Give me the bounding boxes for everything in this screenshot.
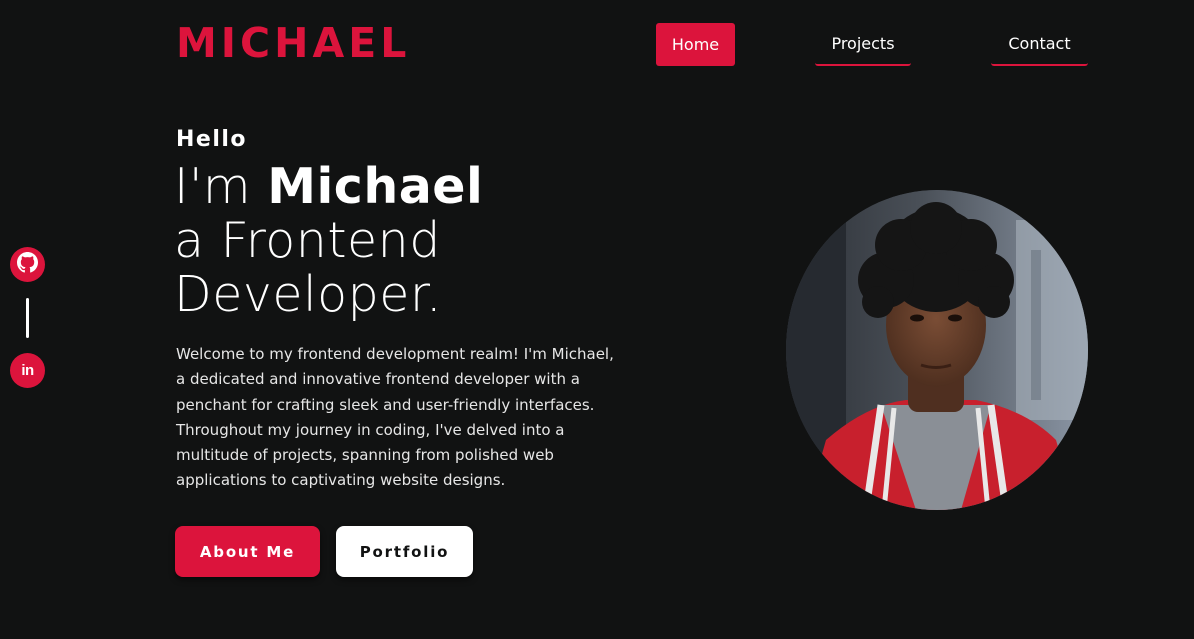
nav-contact-link[interactable]: Contact bbox=[991, 23, 1088, 66]
intro-line: multitude of projects, spanning from pol… bbox=[176, 446, 554, 465]
hero-greeting: Hello bbox=[176, 127, 248, 152]
headline-name: Michael bbox=[267, 158, 484, 215]
headline-line-3: Developer. bbox=[174, 266, 443, 323]
intro-line: penchant for crafting sleek and user-fri… bbox=[176, 395, 595, 414]
linkedin-icon: in bbox=[21, 362, 34, 379]
intro-line: applications to captivating website desi… bbox=[176, 471, 506, 490]
hero-headline: I'm Michael a Frontend Developer. bbox=[174, 160, 483, 322]
nav-home-link[interactable]: Home bbox=[656, 23, 735, 66]
social-divider bbox=[26, 298, 29, 338]
portfolio-button[interactable]: Portfolio bbox=[336, 526, 473, 577]
headline-prefix: I'm bbox=[174, 158, 252, 215]
headline-line-1: I'm Michael bbox=[174, 160, 483, 214]
github-link[interactable] bbox=[10, 247, 45, 282]
about-me-button[interactable]: About Me bbox=[175, 526, 320, 577]
intro-line: Throughout my journey in coding, I've de… bbox=[176, 420, 565, 439]
nav-projects-link[interactable]: Projects bbox=[815, 23, 911, 66]
intro-line: Welcome to my frontend development realm… bbox=[176, 345, 614, 363]
site-logo[interactable]: MICHAEL bbox=[176, 20, 410, 66]
profile-photo bbox=[786, 190, 1088, 510]
intro-line: a dedicated and innovative frontend deve… bbox=[176, 370, 580, 389]
github-icon bbox=[17, 252, 38, 277]
linkedin-link[interactable]: in bbox=[10, 353, 45, 388]
hero-intro: Welcome to my frontend development realm… bbox=[176, 342, 646, 494]
page: MICHAEL Home Projects Contact in Hello I… bbox=[0, 0, 1194, 639]
headline-line-2: a Frontend bbox=[174, 212, 441, 269]
